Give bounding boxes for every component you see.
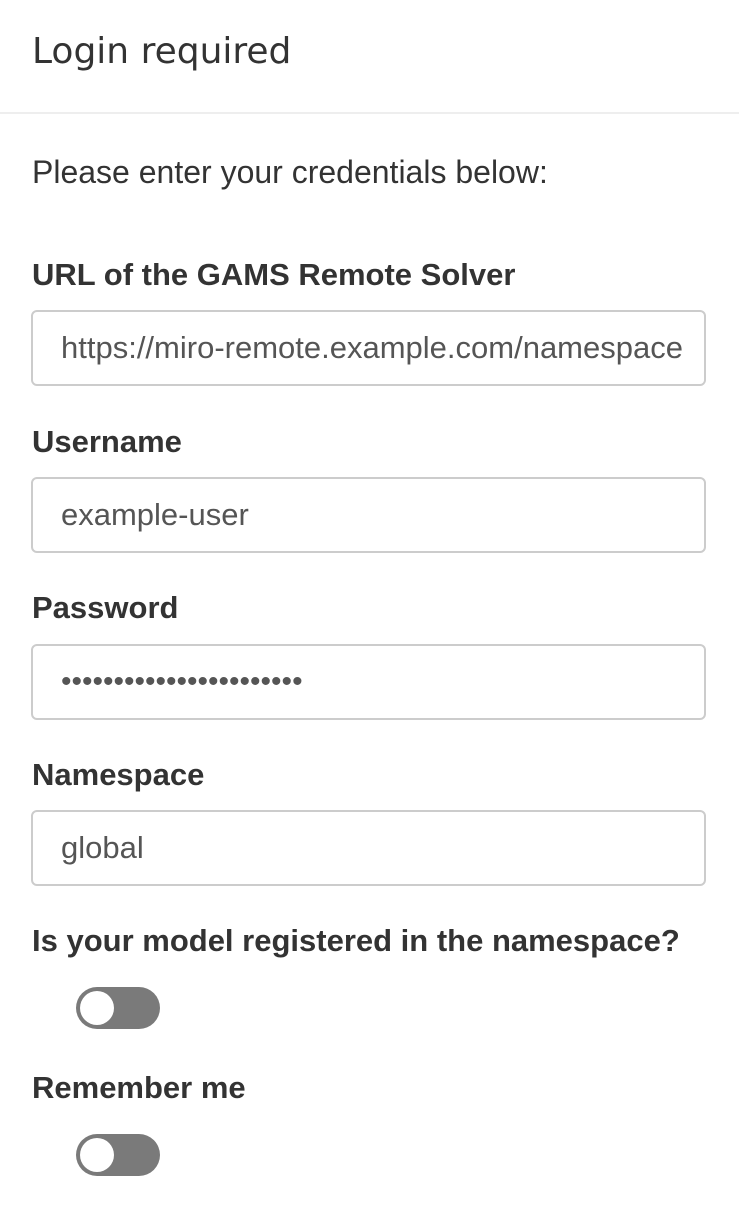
remember-me-toggle[interactable] <box>76 1134 160 1176</box>
password-input[interactable]: ••••••••••••••••••••••• <box>31 644 706 720</box>
dialog-header: Login required <box>0 0 739 114</box>
login-dialog: Login required Please enter your credent… <box>0 0 739 1208</box>
namespace-label: Namespace <box>32 757 205 792</box>
url-label: URL of the GAMS Remote Solver <box>32 257 516 292</box>
remember-me-label: Remember me <box>32 1070 246 1105</box>
dialog-title: Login required <box>32 31 292 72</box>
toggle-knob <box>80 991 114 1025</box>
namespace-input[interactable]: global <box>31 810 706 886</box>
registered-label: Is your model registered in the namespac… <box>32 923 680 958</box>
username-label: Username <box>32 424 182 459</box>
url-input[interactable]: https://miro-remote.example.com/namespac… <box>31 310 706 386</box>
toggle-knob <box>80 1138 114 1172</box>
password-label: Password <box>32 590 179 625</box>
intro-text: Please enter your credentials below: <box>32 154 548 190</box>
registered-toggle[interactable] <box>76 987 160 1029</box>
username-input[interactable]: example-user <box>31 477 706 553</box>
